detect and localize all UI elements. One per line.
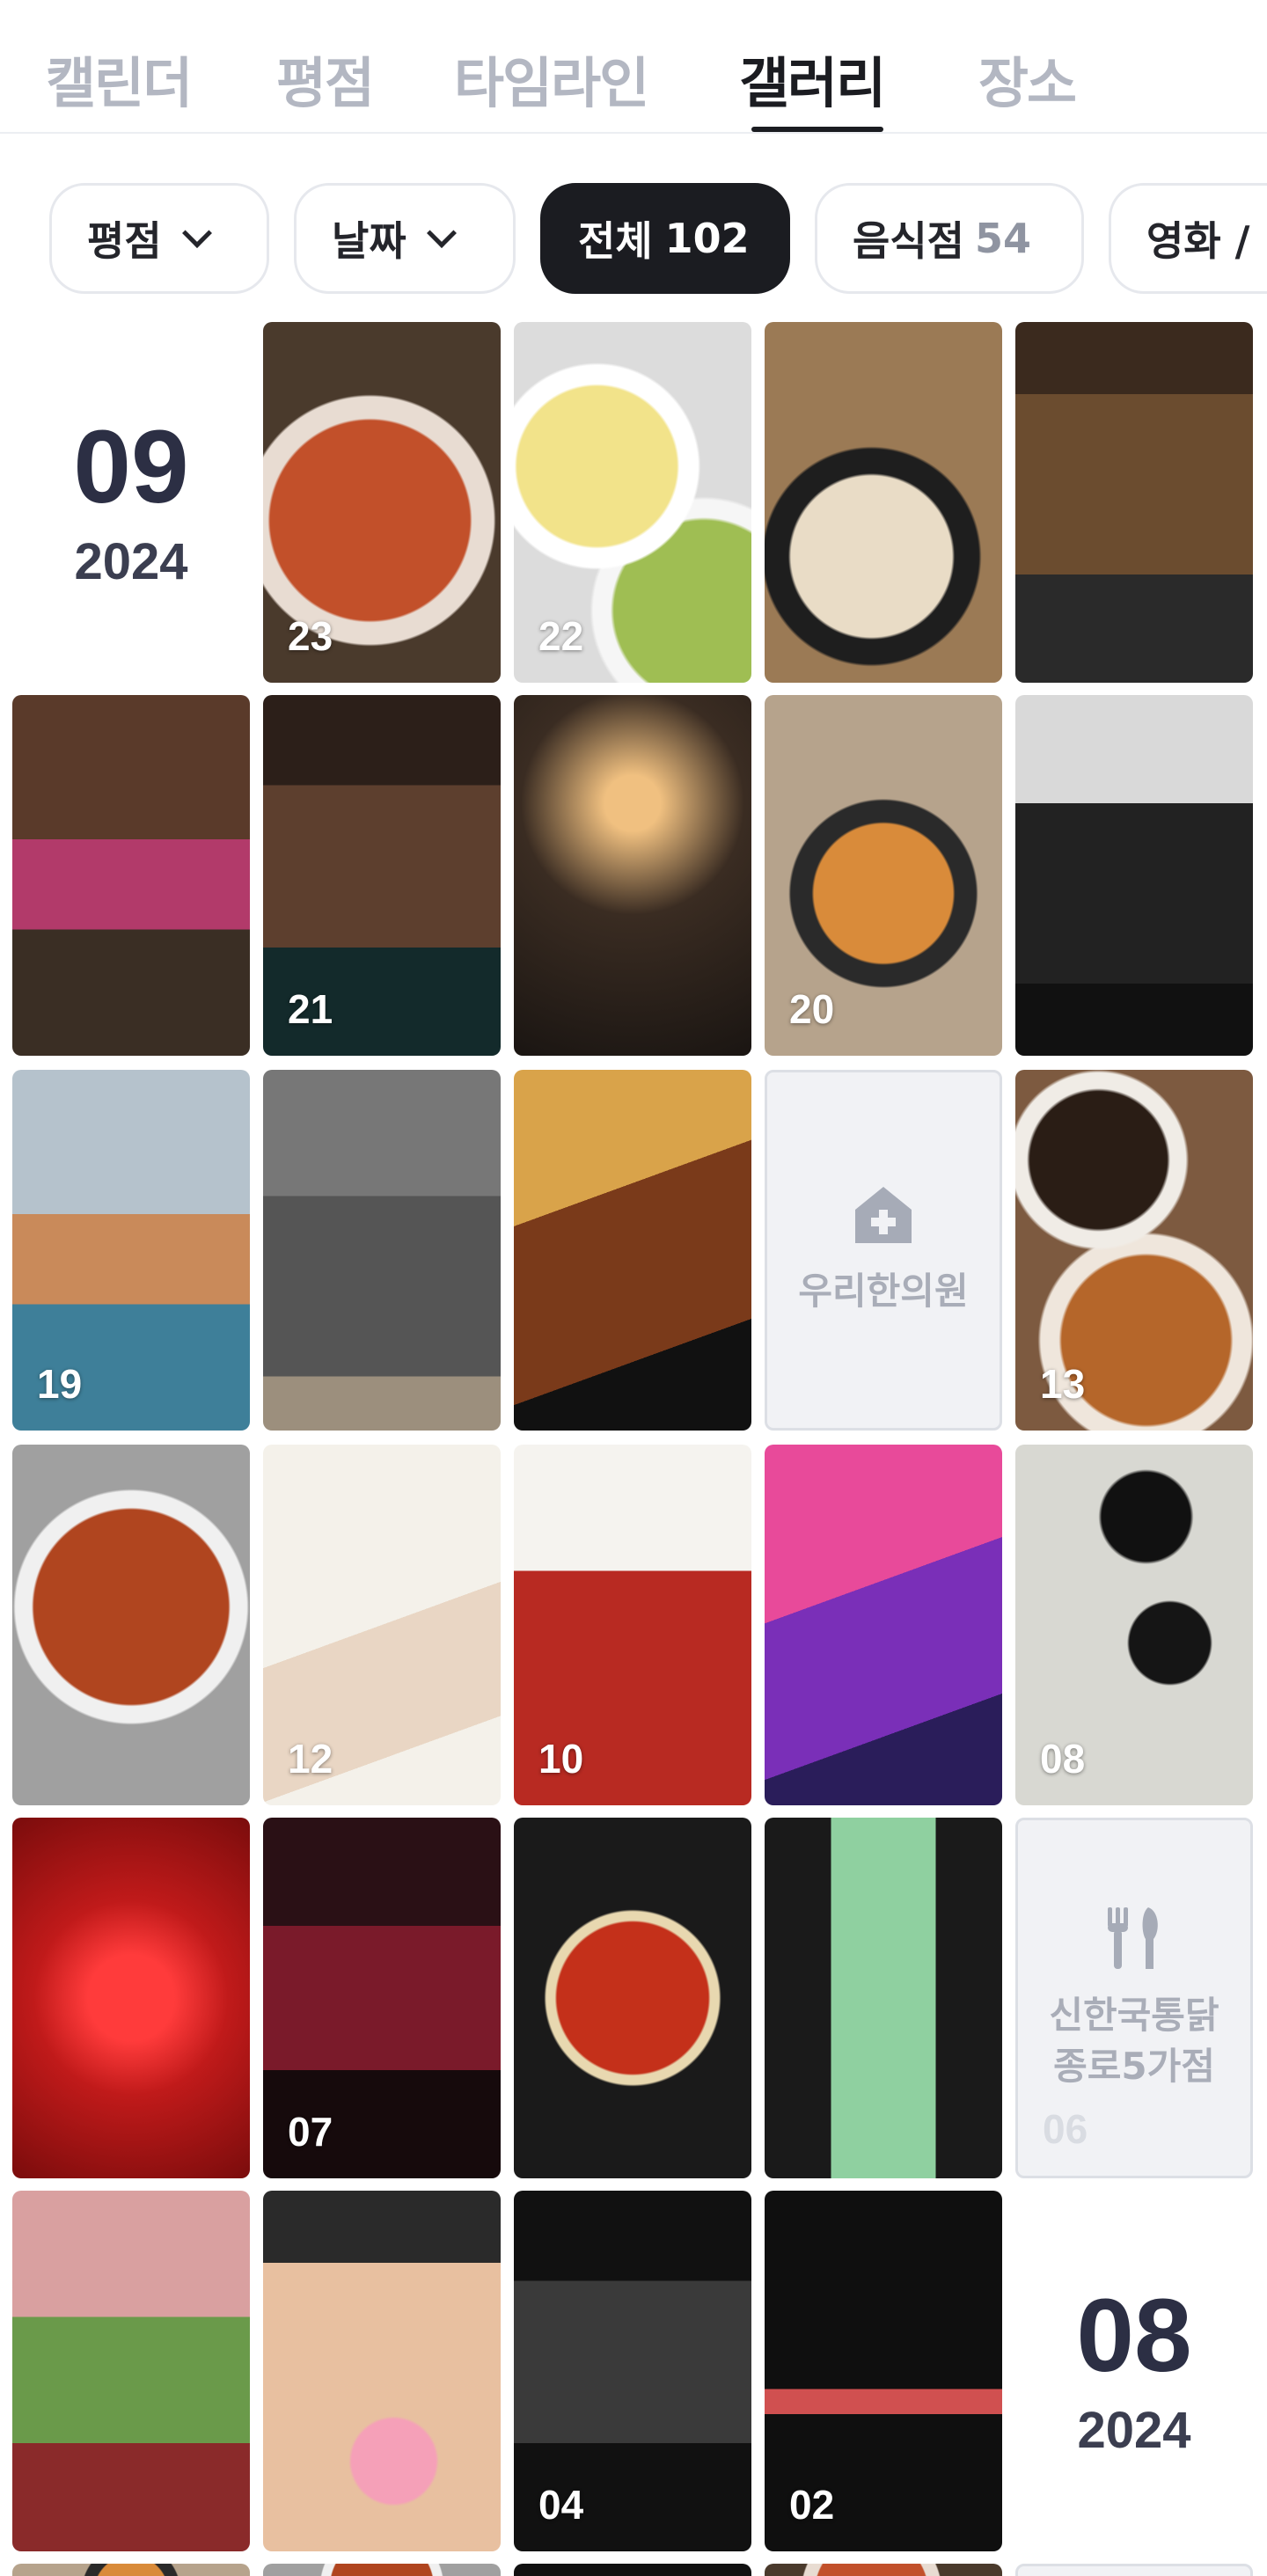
gallery-tile[interactable] — [1015, 695, 1253, 1056]
place-tile[interactable]: 우리한의원 — [765, 1070, 1002, 1431]
gallery-tile[interactable] — [765, 1445, 1002, 1805]
tile-day: 21 — [288, 986, 333, 1032]
month-year: 2024 — [1077, 2401, 1191, 2459]
gallery-tile[interactable] — [765, 322, 1002, 683]
gallery-tile[interactable] — [514, 2564, 751, 2576]
month-number: 09 — [73, 408, 189, 525]
place-name: 신한국통닭 종로5가점 — [1049, 1994, 1219, 2088]
tile-day: 13 — [1040, 1361, 1086, 1407]
place-name: 우리한의원 — [798, 1270, 969, 1313]
gallery-tile[interactable]: 08 — [1015, 1445, 1253, 1805]
hospital-house-icon — [855, 1187, 912, 1243]
gallery-tile[interactable]: 07 — [263, 1818, 501, 2178]
tile-day: 19 — [37, 1361, 83, 1407]
fork-knife-icon — [1108, 1907, 1158, 1969]
gallery-tile[interactable] — [263, 2191, 501, 2551]
place-tile[interactable] — [1015, 2564, 1253, 2576]
gallery-tile[interactable] — [12, 2564, 250, 2576]
gallery-tile[interactable]: 22 — [514, 322, 751, 683]
tile-day: 06 — [1043, 2106, 1088, 2152]
tile-day: 22 — [538, 613, 584, 659]
gallery-tile[interactable] — [514, 1070, 751, 1431]
tile-day: 12 — [288, 1736, 333, 1782]
gallery-tile[interactable] — [12, 1818, 250, 2178]
tile-day: 23 — [288, 613, 333, 659]
gallery-tile[interactable]: 04 — [514, 2191, 751, 2551]
gallery-tile[interactable] — [1015, 322, 1253, 683]
month-year: 2024 — [74, 532, 188, 590]
gallery-tile[interactable] — [514, 1818, 751, 2178]
month-header-september: 09 2024 — [12, 322, 250, 683]
gallery-tile[interactable]: 12 — [263, 1445, 501, 1805]
month-number: 08 — [1076, 2277, 1192, 2394]
gallery-tile[interactable] — [12, 1445, 250, 1805]
gallery-grid: 09 2024 23 22 21 20 19 우리한의원 13 12 10 08… — [0, 0, 1267, 2576]
gallery-tile[interactable]: 20 — [765, 695, 1002, 1056]
gallery-tile[interactable] — [12, 2191, 250, 2551]
gallery-tile[interactable] — [765, 2564, 1002, 2576]
gallery-tile[interactable]: 19 — [12, 1070, 250, 1431]
gallery-tile[interactable]: 23 — [263, 322, 501, 683]
month-header-august: 08 2024 — [1015, 2191, 1253, 2551]
tile-day: 07 — [288, 2109, 333, 2155]
tile-day: 02 — [789, 2482, 835, 2528]
tile-day: 20 — [789, 986, 835, 1032]
gallery-tile[interactable] — [263, 2564, 501, 2576]
gallery-tile[interactable] — [514, 695, 751, 1056]
gallery-tile[interactable]: 21 — [263, 695, 501, 1056]
gallery-tile[interactable]: 02 — [765, 2191, 1002, 2551]
place-tile[interactable]: 신한국통닭 종로5가점 06 — [1015, 1818, 1253, 2178]
tile-day: 08 — [1040, 1736, 1086, 1782]
gallery-tile[interactable] — [12, 695, 250, 1056]
gallery-tile[interactable] — [263, 1070, 501, 1431]
tile-day: 10 — [538, 1736, 584, 1782]
tile-day: 04 — [538, 2482, 584, 2528]
gallery-tile[interactable]: 13 — [1015, 1070, 1253, 1431]
gallery-tile[interactable] — [765, 1818, 1002, 2178]
gallery-tile[interactable]: 10 — [514, 1445, 751, 1805]
